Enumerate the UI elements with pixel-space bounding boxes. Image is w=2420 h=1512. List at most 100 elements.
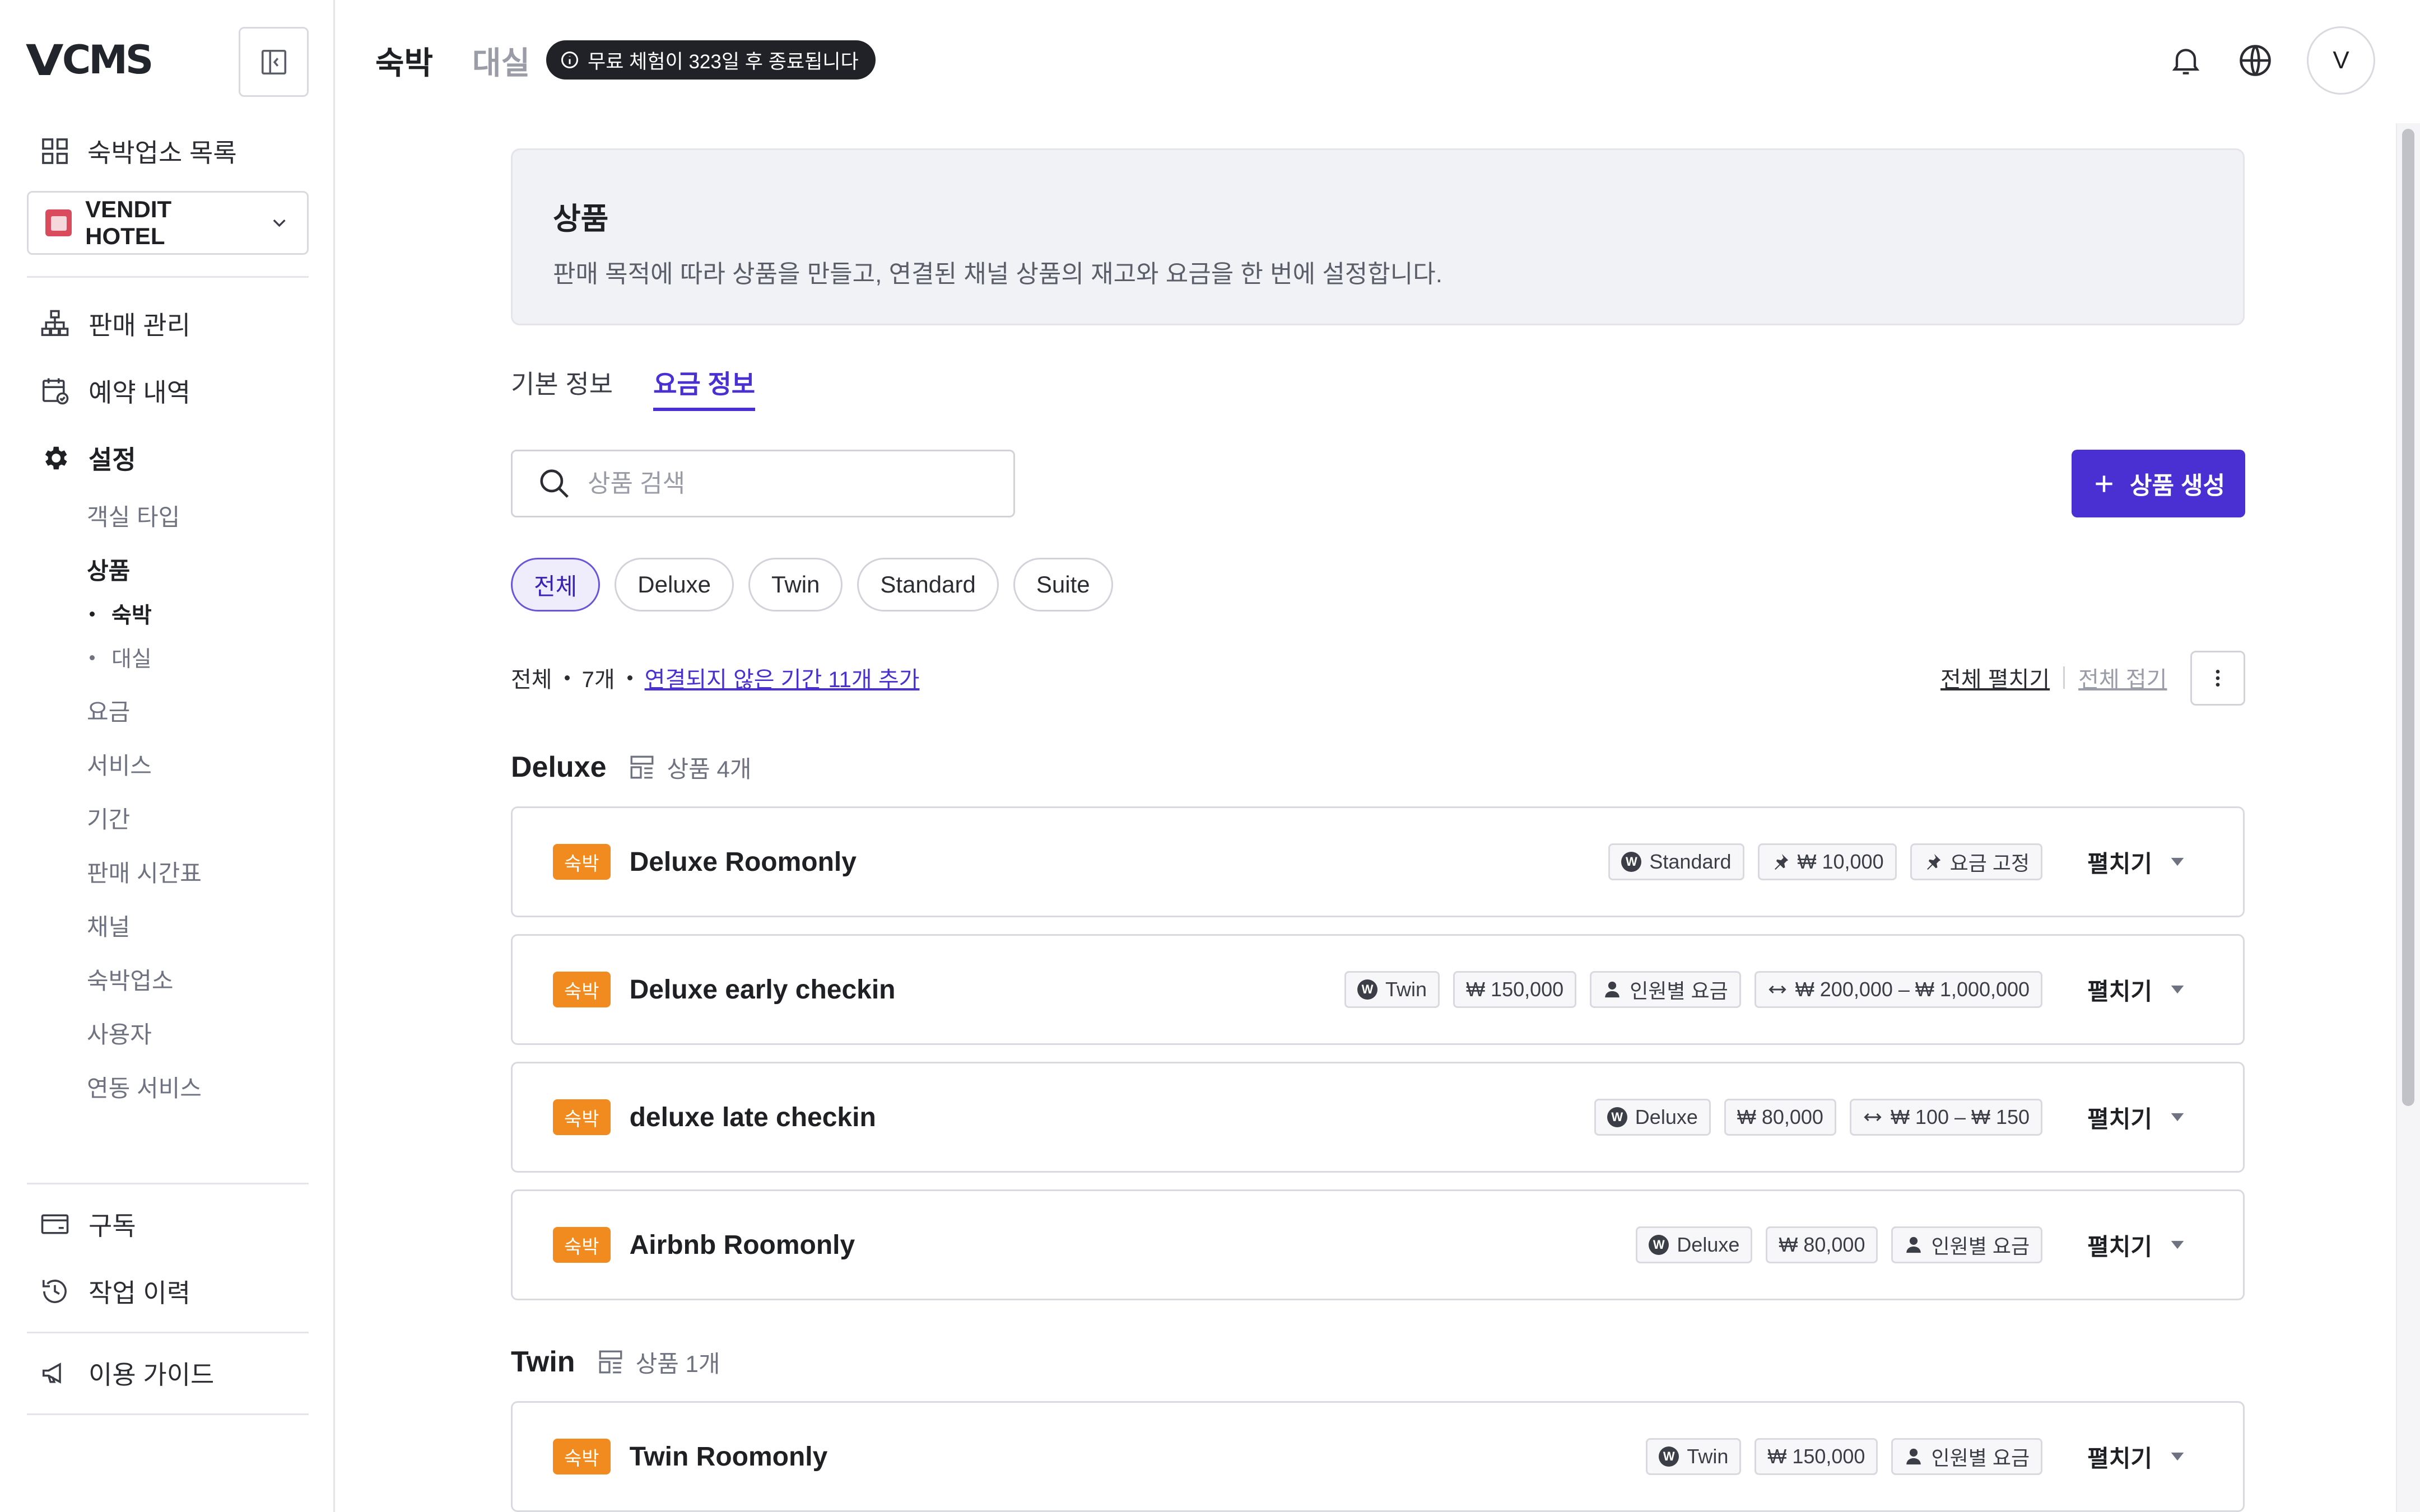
nav-history[interactable]: 작업 이력 [39,1269,190,1314]
settings-services[interactable]: 서비스 [87,747,152,781]
nav-settings-label: 설정 [89,445,136,474]
settings-integrations[interactable]: 연동 서비스 [87,1070,202,1103]
nav-subscription[interactable]: 구독 [39,1202,136,1247]
product-name: Deluxe early checkin [629,974,896,1005]
group-count-label: 상품 4개 [667,755,752,782]
filter-chip-twin[interactable]: Twin [748,558,843,612]
product-card[interactable]: 숙박 Airbnb Roomonly W Deluxe ₩ 80,000 인원별 … [511,1189,2245,1300]
hotel-name: VENDIT HOTEL [85,196,172,249]
product-card[interactable]: 숙박 deluxe late checkin W Deluxe ₩ 80,000 … [511,1062,2245,1173]
nav-guide[interactable]: 이용 가이드 [39,1351,214,1396]
search-icon [540,469,569,498]
fixed-rate-tag: 요금 고정 [1910,843,2043,880]
product-card[interactable]: 숙박 Deluxe early checkin W Twin ₩ 150,000 … [511,934,2245,1045]
collapse-all-link[interactable]: 전체 접기 [2078,661,2167,694]
caret-down-icon [2171,985,2184,994]
user-avatar[interactable]: V [2307,26,2375,95]
product-sub-stay-label: 숙박 [111,604,152,628]
scrollbar-thumb[interactable] [2402,129,2414,1106]
card-icon [41,1214,69,1234]
expand-button[interactable]: 펼치기 [2087,1100,2187,1135]
tag-text: Twin [1687,1445,1729,1468]
header-tab-dayuse[interactable]: 대실 [472,38,530,83]
settings-periods[interactable]: 기간 [87,801,130,834]
sidebar-divider [27,1183,309,1184]
sidebar: V CMS 숙박업소 목록 VENDIT HOTEL 판매 관리 예약 내역 설정… [0,0,335,1512]
settings-properties[interactable]: 숙박업소 [87,962,174,996]
expand-all-link[interactable]: 전체 펼치기 [1940,661,2050,694]
settings-users[interactable]: 사용자 [87,1016,152,1049]
create-product-button[interactable]: 상품 생성 [2072,450,2245,517]
price-tag: ₩ 80,000 [1724,1099,1836,1136]
bullet [90,611,95,617]
settings-room-type[interactable]: 객실 타입 [87,498,180,532]
person-icon [1605,981,1619,998]
sitemap-icon [41,310,69,337]
settings-rates[interactable]: 요금 [87,693,130,727]
tag-text: Standard [1649,850,1732,873]
expand-button[interactable]: 펼치기 [2087,1440,2187,1474]
trial-text: 무료 체험이 323일 후 종료됩니다 [588,50,859,73]
tag-text: 인원별 요금 [1931,1446,2030,1469]
expand-button[interactable]: 펼치기 [2087,973,2187,1007]
expand-button[interactable]: 펼치기 [2087,1228,2187,1262]
property-list-link[interactable]: 숙박업소 목록 [39,132,237,171]
more-options-button[interactable] [2190,651,2245,706]
expand-label: 펼치기 [2087,1233,2152,1260]
price-tag: ₩ 80,000 [1766,1226,1878,1263]
expand-button[interactable]: 펼치기 [2087,845,2187,879]
search-input[interactable] [588,469,980,498]
product-sub-dayuse[interactable]: 대실 [90,642,152,673]
globe-icon[interactable] [2236,41,2274,80]
product-tags: W Deluxe ₩ 80,000 ₩ 100 – ₩ 150 [1594,1099,2043,1136]
price-range-tag: ₩ 100 – ₩ 150 [1849,1099,2043,1136]
filter-chip-all[interactable]: 전체 [511,558,601,612]
nav-history-label: 작업 이력 [89,1278,191,1308]
chevron-down-icon [273,219,286,227]
settings-products[interactable]: 상품 [87,552,130,586]
filter-chip-deluxe[interactable]: Deluxe [615,558,734,612]
tab-basic-info[interactable]: 기본 정보 [511,358,613,411]
hotel-select[interactable]: VENDIT HOTEL [27,191,309,255]
tag-text: ₩ 200,000 – ₩ 1,000,000 [1795,978,2030,1001]
collapse-sidebar-button[interactable] [239,27,309,97]
range-arrows-icon [1769,985,1786,994]
grid-icon [42,138,68,164]
filter-chip-suite[interactable]: Suite [1013,558,1113,612]
nav-settings[interactable]: 설정 [39,436,136,480]
settings-channels[interactable]: 채널 [87,908,130,942]
per-person-tag: 인원별 요금 [1590,971,1741,1008]
add-unlinked-periods-link[interactable]: 연결되지 않은 기간 11개 추가 [645,661,920,694]
tag-text: ₩ 80,000 [1779,1233,1865,1256]
product-sub-stay[interactable]: 숙박 [90,598,152,629]
megaphone-icon [42,1362,61,1384]
nav-reservations[interactable]: 예약 내역 [39,368,190,413]
header-tabs: 숙박 대실 [375,38,530,83]
calendar-check-icon [42,378,69,405]
nav-sales-management[interactable]: 판매 관리 [39,301,190,346]
settings-sales-schedule[interactable]: 판매 시간표 [87,855,202,888]
header-tab-stay[interactable]: 숙박 [375,38,433,83]
tag-text: ₩ 100 – ₩ 150 [1890,1105,2030,1128]
filter-chips: 전체 Deluxe Twin Standard Suite [511,558,1113,612]
product-tags: W Twin ₩ 150,000 인원별 요금 ₩ 200,000 – ₩ 1,0… [1344,971,2043,1008]
group-count: 상품 4개 [628,750,752,785]
price-tag: ₩ 150,000 [1755,1438,1878,1475]
product-card[interactable]: 숙박 Deluxe Roomonly W Standard ₩ 10,000 요금… [511,806,2245,917]
expand-label: 펼치기 [2087,1105,2152,1132]
tag-text: Deluxe [1677,1233,1740,1256]
filter-chip-standard[interactable]: Standard [857,558,999,612]
bell-icon[interactable] [2168,43,2204,78]
nav-guide-label: 이용 가이드 [89,1360,215,1389]
product-card[interactable]: 숙박 Twin Roomonly W Twin ₩ 150,000 인원별 요금 … [511,1401,2245,1512]
tab-rate-info[interactable]: 요금 정보 [653,358,756,411]
app-logo[interactable]: V CMS [26,35,153,85]
summary-count: 7개 [581,668,615,692]
logo-mark: V [25,35,64,85]
type-badge: 숙박 [553,1099,611,1135]
gear-icon [45,446,67,470]
expand-label: 펼치기 [2087,850,2152,877]
per-person-tag: 인원별 요금 [1891,1438,2043,1475]
nav-sales-label: 판매 관리 [89,311,191,340]
caret-down-icon [2171,1452,2184,1461]
